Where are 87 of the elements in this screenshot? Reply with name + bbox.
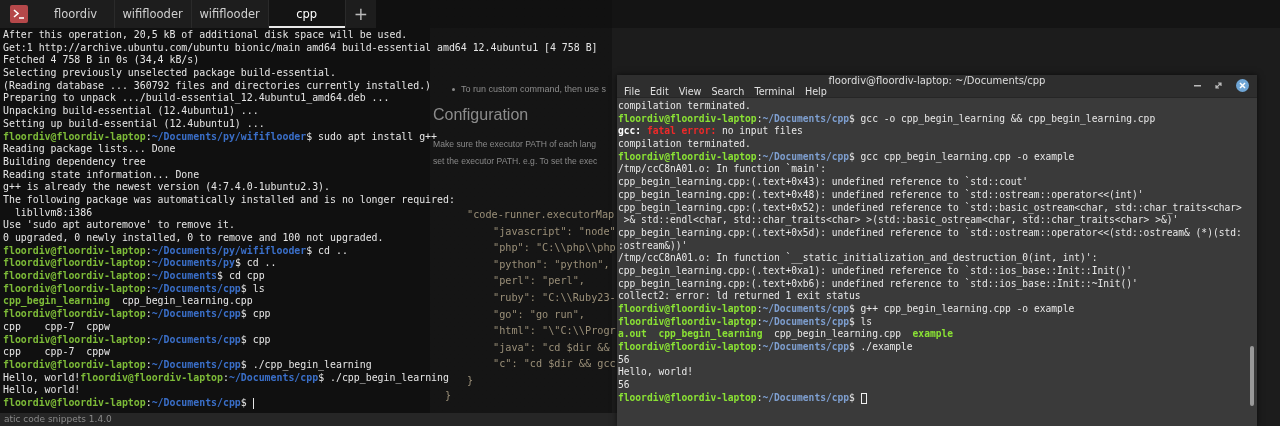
terminal-line: cpp_begin_learning.cpp:(.text+0xb6): undefined reference to `std::ios_base::Init::~Init()': [618, 277, 1138, 291]
terminal-line: floordiv@floordiv-laptop:~/Documents/py/wififlooder$ cd ..: [3, 244, 348, 257]
code-line: "javascript": "node": [493, 224, 616, 239]
terminal-line: 0 upgraded, 0 newly installed, 0 to remove and 100 not upgraded.: [3, 232, 384, 245]
terminal-line: libllvm8:i386: [13, 206, 93, 220]
scrollbar-thumb[interactable]: [1250, 346, 1254, 406]
terminal-line: Selecting previously unselected package build-essential.: [3, 67, 336, 80]
code-line: "code-runner.executorMap: [467, 208, 616, 222]
terminal-line: Hello, world!floordiv@floordiv-laptop:~/Documents/cpp$ ./cpp_begin_learning: [3, 371, 449, 385]
terminal-line: floordiv@floordiv-laptop:~/Documents/cpp$ cpp: [3, 308, 271, 321]
terminal-line: floordiv@floordiv-laptop:~/Documents/py$ cd ..: [3, 257, 277, 270]
terminal-line: floordiv@floordiv-laptop:~/Documents/cpp$ ./cpp_begin_learning: [3, 358, 372, 372]
terminal-line: The following package was automatically installed and is no longer required:: [3, 193, 455, 207]
code-line: "perl": "perl",: [493, 274, 586, 289]
terminal-line: :ostream&))': [618, 239, 688, 253]
terminal-line: Reading state information... Done: [3, 168, 200, 182]
terminal-icon[interactable]: [8, 4, 29, 24]
terminal-line: Reading package lists... Done: [3, 143, 176, 156]
terminal-line: cpp cpp-7 cppw: [3, 320, 110, 334]
terminal-line: >& std::endl<char, std::char_traits<char> >(std::basic_ostream<char, std::char_traits<char> >&)': [622, 214, 1179, 227]
terminal-line: cpp_begin_learning.cpp:(.text+0x52): undefined reference to `std::basic_ostream<char, std::char_traits<char>: [618, 201, 1242, 215]
terminal-line: cpp_begin_learning cpp_begin_learning.cpp: [3, 295, 253, 308]
terminal-line: floordiv@floordiv-laptop:~/Documents/py/wififlooder$ sudo apt install g++: [3, 130, 437, 142]
terminal-line: g++ is already the newest version (4:7.4.0-1ubuntu2.3).: [3, 181, 330, 194]
window-title: floordiv@floordiv-laptop: ~/Documents/cpp: [828, 75, 1046, 86]
terminal-line: floordiv@floordiv-laptop:~/Documents/cpp$ gcc -o cpp_begin_learning && cpp_begin_learning.cpp: [618, 112, 1156, 126]
terminal-line: floordiv@floordiv-laptop:~/Documents/cpp$ g++ cpp_begin_learning.cpp -o example: [618, 303, 1075, 316]
terminal-line: 56: [618, 379, 630, 392]
code-line: "go": "go run",: [493, 307, 586, 322]
terminal-line: floordiv@floordiv-laptop:~/Documents/cpp$ ./example: [618, 341, 913, 354]
code-line: "html": "\"C:\\Progr: [493, 324, 616, 339]
terminal-line: floordiv@floordiv-laptop:~/Documents/cpp$: [3, 396, 248, 410]
terminal-line: cpp_begin_learning.cpp:(.text+0x43): undefined reference to `std::cout': [618, 176, 1029, 189]
terminal-line: After this operation, 20,5 kB of additional disk space will be used.: [3, 29, 408, 42]
terminal-line: Get:1 http://archive.ubuntu.com/ubuntu bionic/main amd64 build-essential amd64 12.4ubuntu1 [4 758 B]: [3, 41, 598, 55]
menu-item[interactable]: Terminal: [749, 86, 800, 97]
terminal-line: floordiv@floordiv-laptop:~/Documents/cpp$ ls: [618, 315, 873, 328]
code-line: "java": "cd $dir &&: [493, 340, 611, 355]
new-tab-button[interactable]: +: [345, 0, 377, 28]
code-line: }: [467, 373, 475, 388]
terminal-tab[interactable]: wififlooder: [191, 0, 269, 28]
menu-item[interactable]: Help: [799, 86, 832, 97]
code-line: "ruby": "C:\\Ruby23-: [493, 290, 616, 305]
code-line: "python": "python",: [493, 257, 611, 272]
bullet-icon: [452, 87, 455, 91]
terminal-line: Unpacking build-essential (12.4ubuntu1) ...: [3, 105, 259, 118]
terminal-tab[interactable]: wififlooder: [114, 0, 192, 28]
maximize-icon[interactable]: [1215, 82, 1222, 89]
code-line: "php": "C:\\php\\php: [493, 241, 616, 256]
terminal-line: /tmp/ccC8nA01.o: In function `__static_initialization_and_destruction_0(int, int)':: [618, 252, 1098, 265]
terminal-line: cpp_begin_learning.cpp:(.text+0x48): undefined reference to `std::ostream::operator<<(int)': [618, 188, 1144, 202]
paragraph-line: set the executor PATH. e.g. To set the exec: [433, 156, 598, 166]
terminal-line: Use 'sudo apt autoremove' to remove it.: [3, 219, 235, 232]
bullet-text: To run custom command, then use s: [461, 84, 607, 94]
code-line: "c": "cd $dir && gcc: [493, 357, 616, 372]
terminal-line: /tmp/ccC8nA01.o: In function `main':: [618, 163, 826, 177]
menu-item[interactable]: View: [673, 86, 707, 97]
terminal-line: floordiv@floordiv-laptop:~/Documents/cpp$: [618, 391, 856, 405]
terminal-line: compilation terminated.: [618, 138, 751, 151]
terminal-line: cpp_begin_learning.cpp:(.text+0x5d): undefined reference to `std::ostream::operator<<(std::ostream& (*)(std:: [618, 226, 1242, 240]
terminal-line: a.out cpp_begin_learning cpp_begin_learning.cpp example: [618, 328, 954, 341]
terminal-line: Hello, world!: [3, 384, 81, 397]
code-line: }: [445, 390, 452, 401]
terminal-line: Building dependency tree: [3, 155, 146, 169]
extension-title: atic code snippets 1.4.0: [4, 413, 112, 426]
terminal-line: cpp cpp-7 cppw: [3, 346, 110, 359]
terminal-tab[interactable]: cpp: [268, 0, 346, 28]
terminal-line: 56: [618, 353, 630, 367]
terminal-line: Setting up build-essential (12.4ubuntu1) ...: [3, 117, 265, 131]
paragraph-line: Make sure the executor PATH of each lang: [433, 139, 598, 149]
terminal-line: Preparing to unpack .../build-essential_12.4ubuntu1_amd64.deb ...: [3, 92, 390, 106]
terminal-line: collect2: error: ld returned 1 exit status: [618, 290, 861, 303]
terminal-line: cpp_begin_learning.cpp:(.text+0xa1): undefined reference to `std::ios_base::Init::Init()': [618, 264, 1133, 278]
terminal-line: floordiv@floordiv-laptop:~/Documents/cpp$ gcc cpp_begin_learning.cpp -o example: [618, 150, 1075, 163]
menu-item[interactable]: Search: [706, 86, 750, 97]
terminal-line: floordiv@floordiv-laptop:~/Documents/cpp$ cpp: [3, 333, 271, 347]
terminal-line: (Reading database ... 360792 files and directories currently installed.): [3, 79, 432, 93]
terminal-line: floordiv@floordiv-laptop:~/Documents/cpp$ ls: [3, 282, 265, 295]
terminal-line: compilation terminated.: [618, 100, 751, 113]
terminal-line: floordiv@floordiv-laptop:~/Documents$ cd cpp: [3, 270, 265, 283]
terminal-line: Hello, world!: [618, 366, 694, 380]
menu-item[interactable]: Edit: [645, 86, 674, 97]
terminal-tab[interactable]: floordiv: [37, 0, 115, 28]
section-heading: Configuration: [433, 106, 529, 124]
terminal-line: Fetched 4 758 B in 0s (34,4 kB/s): [3, 54, 200, 68]
menu-item[interactable]: File: [619, 86, 646, 97]
terminal-line: gcc: fatal error: no input files: [618, 125, 803, 139]
